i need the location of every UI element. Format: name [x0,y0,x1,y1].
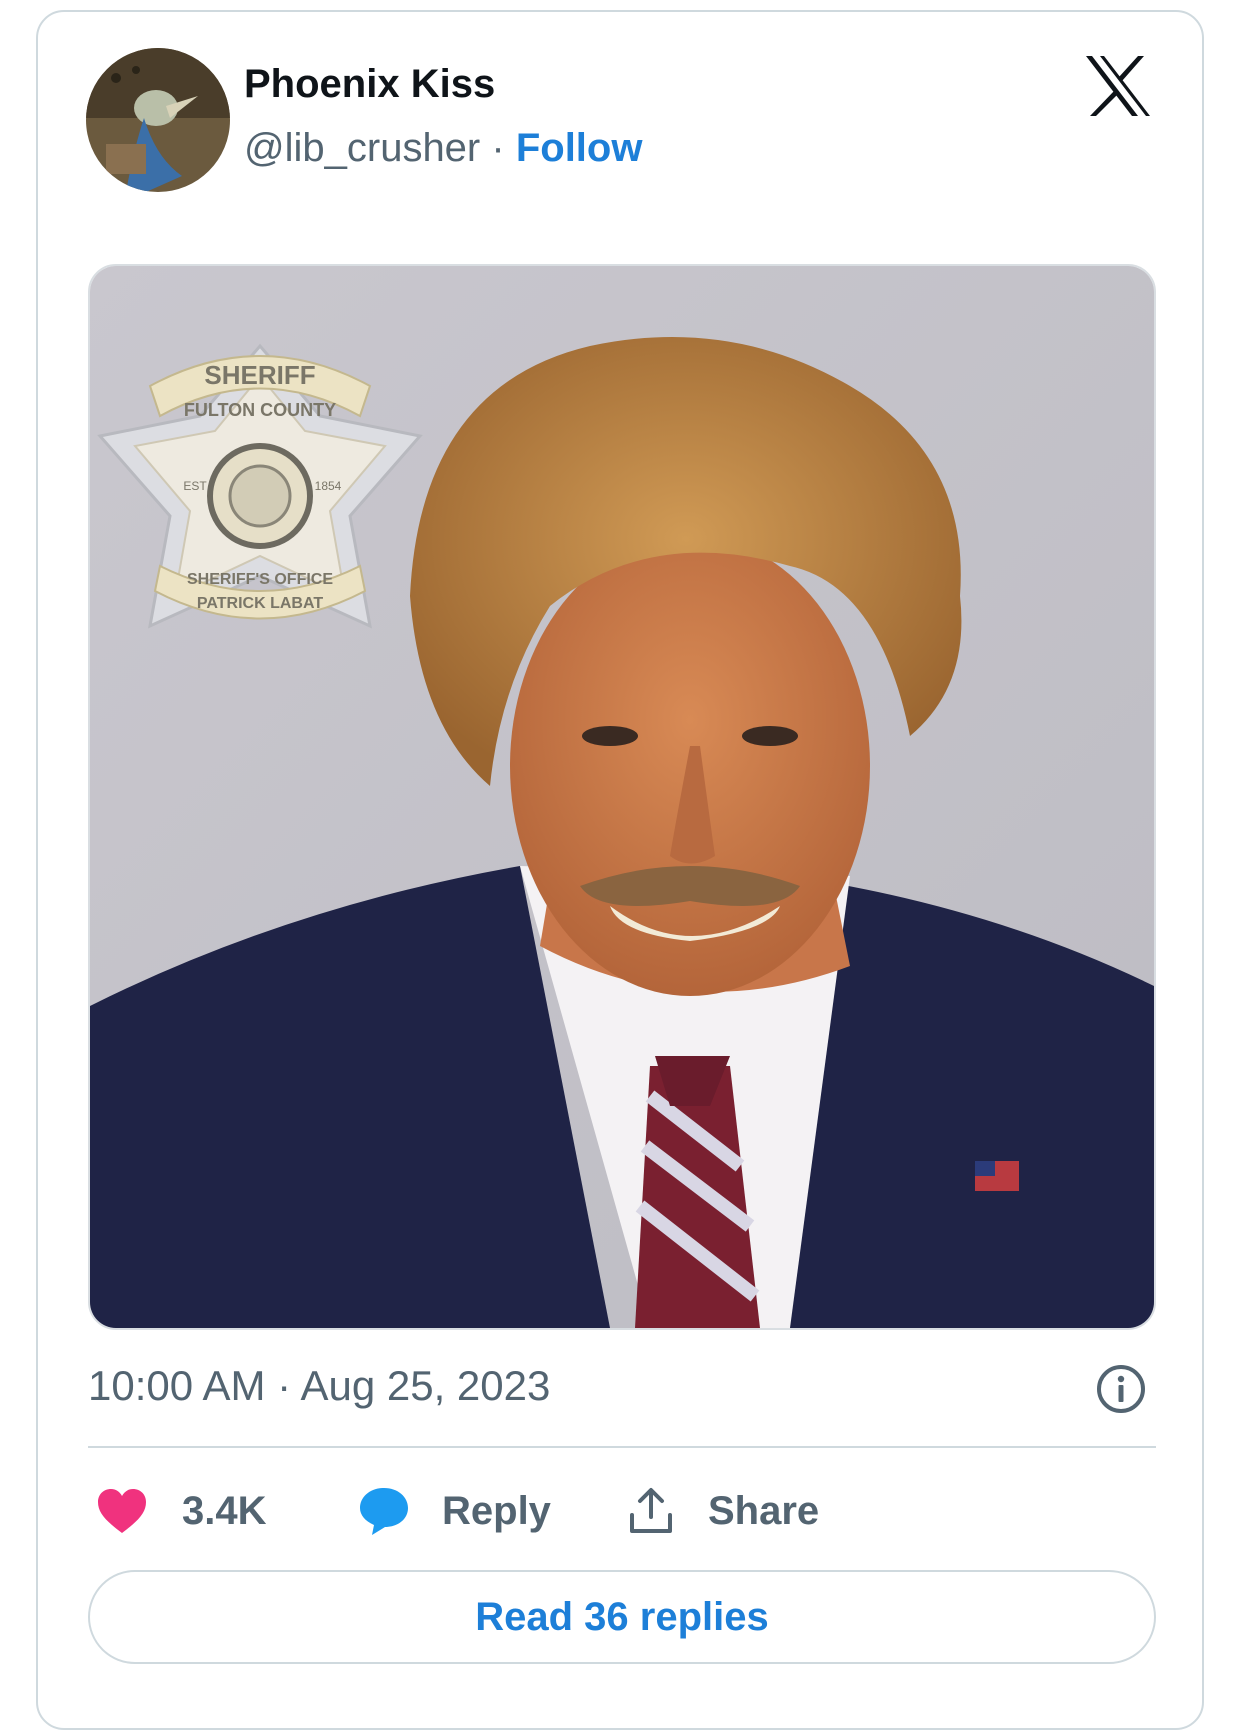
reply-button[interactable]: Reply [358,1484,551,1538]
badge-year-text: 1854 [315,479,342,493]
divider [88,1446,1156,1448]
badge-est-text: EST [183,479,207,493]
like-button[interactable]: 3.4K [96,1484,267,1538]
badge-arc-text: FULTON COUNTY [184,400,336,420]
badge-top-text: SHERIFF [204,360,315,390]
share-label: Share [708,1488,820,1533]
handle-separator: · [491,126,505,170]
follow-button[interactable]: Follow [516,126,643,170]
heart-icon [96,1487,148,1535]
post-media-image[interactable]: SHERIFF FULTON COUNTY EST 1854 SHERIFF'S… [88,264,1156,1330]
author-handle[interactable]: @lib_crusher [244,126,480,170]
author-name[interactable]: Phoenix Kiss [244,62,495,107]
post-timestamp[interactable]: 10:00 AM · Aug 25, 2023 [88,1362,550,1410]
like-count: 3.4K [182,1488,267,1533]
author-avatar[interactable] [86,48,230,192]
author-handle-row: @lib_crusher · Follow [244,126,642,171]
reply-label: Reply [442,1488,551,1533]
badge-bottom-text: SHERIFF'S OFFICE [187,571,333,588]
share-icon [628,1487,674,1535]
info-icon[interactable] [1094,1362,1148,1416]
share-button[interactable]: Share [628,1484,819,1538]
comment-icon [358,1486,410,1536]
badge-name-text: PATRICK LABAT [197,595,323,612]
read-replies-button[interactable]: Read 36 replies [88,1570,1156,1664]
x-logo-icon[interactable] [1084,54,1152,118]
